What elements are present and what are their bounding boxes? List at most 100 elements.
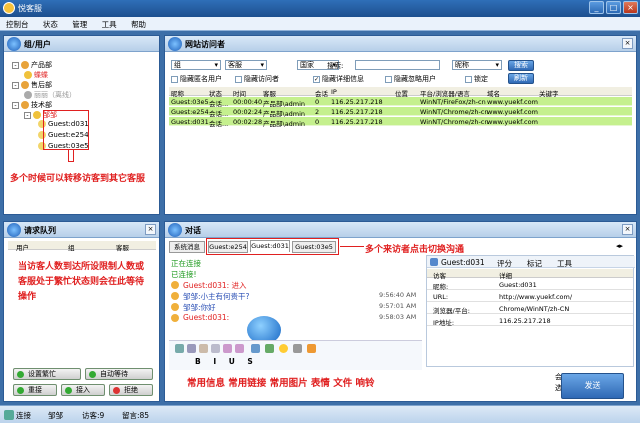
- tab-guest-d031[interactable]: Guest:d031: [250, 240, 290, 252]
- format-icon[interactable]: [211, 344, 220, 353]
- checkbox-label: 隐藏忽略用户: [394, 75, 436, 83]
- checkbox-icon[interactable]: ✓: [313, 75, 320, 83]
- mark-button[interactable]: 标记: [527, 258, 542, 269]
- rate-button[interactable]: 评分: [497, 258, 512, 269]
- tree-item[interactable]: - 产品部: [12, 60, 52, 70]
- tab-system-messages[interactable]: 系统消息: [169, 241, 205, 253]
- reconnect-button[interactable]: 重接: [13, 384, 57, 396]
- undo-icon[interactable]: [223, 344, 232, 353]
- queue-col-group: 组: [68, 244, 75, 252]
- reject-button[interactable]: 拒绝: [109, 384, 153, 396]
- info-col-visitor: 访客: [433, 272, 446, 280]
- visitor-col-header[interactable]: IP: [331, 88, 337, 96]
- queue-panel-title: 请求队列: [24, 226, 56, 235]
- smiley-icon[interactable]: [279, 344, 288, 353]
- queue-col-user: 用户: [16, 244, 29, 252]
- accept-button[interactable]: 接入: [61, 384, 105, 396]
- filter-checkbox[interactable]: ✓ 隐藏详细信息: [313, 74, 364, 84]
- visitor-cell: 会话...: [209, 120, 229, 128]
- menu-console[interactable]: 控制台: [0, 17, 35, 32]
- visitor-cell: 00:02:24: [233, 108, 263, 116]
- visitor-cell: Guest:e254: [171, 108, 209, 116]
- connect-status[interactable]: 连接: [16, 410, 31, 421]
- visitor-cell: Guest:03e5: [171, 98, 209, 106]
- close-button[interactable]: ×: [623, 1, 638, 14]
- close-panel-icon[interactable]: ×: [622, 224, 633, 235]
- visitors-panel-title: 网站访问者: [185, 40, 225, 49]
- text-format-icons[interactable]: B I U S: [195, 357, 258, 366]
- redo-icon[interactable]: [235, 344, 244, 353]
- folder-icon: [21, 101, 29, 109]
- maximize-button[interactable]: □: [606, 1, 621, 14]
- search-input[interactable]: [355, 60, 440, 70]
- checkbox-icon[interactable]: [385, 75, 392, 83]
- minimize-button[interactable]: _: [589, 1, 604, 14]
- menu-manage[interactable]: 管理: [66, 17, 93, 32]
- menu-tools[interactable]: 工具: [96, 17, 123, 32]
- tree-toggle-icon[interactable]: -: [12, 61, 19, 69]
- sender-avatar-icon: [171, 303, 179, 311]
- tree-toggle-icon[interactable]: -: [12, 81, 19, 89]
- search-category-select[interactable]: 昵称: [452, 60, 502, 70]
- visitor-row[interactable]: Guest:d031 会话... 00:02:28 产品部\admin 0 116.25.…: [169, 117, 632, 128]
- visitor-info-header: Guest:d031 评分 标记 工具: [427, 256, 635, 268]
- visitor-info-name: Guest:d031: [441, 258, 485, 267]
- checkbox-icon[interactable]: [171, 75, 178, 83]
- info-value: Guest:d031: [499, 281, 537, 289]
- agent-select[interactable]: 客服: [225, 60, 267, 70]
- filter-checkbox[interactable]: 隐藏访问者: [235, 74, 279, 84]
- file-icon[interactable]: [293, 344, 302, 353]
- tree-item[interactable]: 蝶蝶: [24, 70, 48, 80]
- visitor-row[interactable]: Guest:e254 会话... 00:02:24 产品部\admin 2 116.25.…: [169, 107, 632, 118]
- groups-panel-header: 组/用户: [4, 36, 159, 52]
- auto-wait-button[interactable]: 自动等待: [85, 368, 153, 380]
- close-panel-icon[interactable]: ×: [145, 224, 156, 235]
- visitors-panel-header: 网站访问者 ×: [165, 36, 636, 52]
- tab-guest-e254[interactable]: Guest:e254: [208, 241, 248, 253]
- checkbox-icon[interactable]: [465, 75, 472, 83]
- info-value: 116.25.217.218: [499, 317, 551, 325]
- tree-item[interactable]: - 售后部: [12, 80, 52, 90]
- menu-status[interactable]: 状态: [37, 17, 64, 32]
- tree-toggle-icon[interactable]: -: [24, 111, 31, 119]
- sender-avatar-icon: [171, 281, 179, 289]
- search-label: 搜索:: [327, 62, 344, 70]
- folder-icon: [21, 81, 29, 89]
- refresh-button[interactable]: 刷新: [508, 73, 534, 84]
- visitor-info-row: 浏览器/平台: Chrome/WinNT/zh-CN: [427, 304, 633, 315]
- send-button[interactable]: 发送: [561, 373, 624, 399]
- info-key: IP地址:: [433, 319, 455, 327]
- image-icon[interactable]: [265, 344, 274, 353]
- visitor-row[interactable]: Guest:03e5 会话... 00:00:40 产品部\admin 0 116.25.…: [169, 97, 632, 108]
- message-time: 9:58:03 AM: [379, 313, 417, 321]
- busy-icon: [17, 371, 24, 378]
- tree-item[interactable]: 丽丽（离线）: [24, 90, 76, 100]
- filter-checkbox[interactable]: 隐藏忽略用户: [385, 74, 436, 84]
- menu-help[interactable]: 帮助: [125, 17, 152, 32]
- visitor-cell: 00:02:28: [233, 118, 263, 126]
- copy-icon[interactable]: [187, 344, 196, 353]
- tabs-note: 多个来访者点击切换沟通: [365, 245, 465, 255]
- group-select[interactable]: 组: [171, 60, 221, 70]
- checkbox-icon[interactable]: [235, 75, 242, 83]
- tab-guest-03e5[interactable]: Guest:03e5: [292, 241, 336, 253]
- message-text: 正在连接: [171, 259, 201, 268]
- close-panel-icon[interactable]: ×: [622, 38, 633, 49]
- tools-button[interactable]: 工具: [557, 258, 572, 269]
- search-button[interactable]: 搜索: [508, 60, 534, 71]
- cut-icon[interactable]: [175, 344, 184, 353]
- filter-checkbox[interactable]: 隐藏匿名用户: [171, 74, 222, 84]
- tree-item[interactable]: - 技术部: [12, 100, 52, 110]
- visitor-cell: WinNT/FireFox/zh-cn: [420, 98, 486, 106]
- paste-icon[interactable]: [199, 344, 208, 353]
- visitor-cell: 00:00:40: [233, 98, 263, 106]
- tabs-scroll-icon[interactable]: ◂▸: [616, 242, 623, 250]
- user-icon: [24, 71, 32, 79]
- bell-icon[interactable]: [307, 344, 316, 353]
- message-count: 留言:85: [122, 411, 150, 420]
- tree-toggle-icon[interactable]: -: [12, 101, 19, 109]
- set-busy-button[interactable]: 设置繁忙: [13, 368, 81, 380]
- filter-checkbox[interactable]: 锁定: [465, 74, 488, 84]
- link-icon[interactable]: [251, 344, 260, 353]
- visitor-info-columns: 访客 详细: [427, 269, 633, 280]
